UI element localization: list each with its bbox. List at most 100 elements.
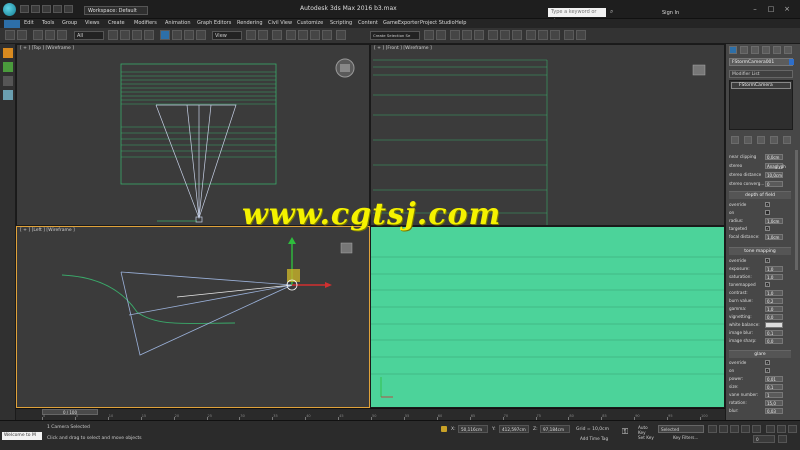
param-value[interactable]: 1 [765, 392, 783, 398]
param-checkbox[interactable]: ✓ [765, 368, 770, 373]
zoom-icon[interactable] [766, 425, 775, 433]
unlink-icon[interactable] [45, 30, 55, 40]
rendered-frame-window-icon[interactable] [538, 30, 548, 40]
menu-help[interactable]: Help [455, 19, 466, 28]
keyboard-shortcut-icon[interactable] [272, 30, 282, 40]
param-value[interactable]: 1,0 [765, 306, 783, 312]
workspace-selector[interactable]: Workspace: Default [84, 6, 148, 15]
tree-icon[interactable] [3, 62, 13, 72]
menu-project-studio[interactable]: Project Studio [420, 19, 455, 28]
param-value[interactable]: 1,0 [765, 266, 783, 272]
ribbon-icon[interactable] [474, 30, 484, 40]
current-frame-field[interactable]: 0 [753, 435, 775, 443]
select-move-icon[interactable] [160, 30, 170, 40]
orbit-icon[interactable] [777, 425, 786, 433]
param-value[interactable]: 0,1 [765, 330, 783, 336]
menu-rendering[interactable]: Rendering [237, 19, 263, 28]
modify-tab-icon[interactable] [740, 46, 748, 54]
mirror-icon[interactable] [424, 30, 434, 40]
new-file-icon[interactable] [20, 5, 29, 13]
hierarchy-tab-icon[interactable] [751, 46, 759, 54]
open-file-icon[interactable] [31, 5, 40, 13]
goto-start-icon[interactable] [708, 425, 717, 433]
display-tab-icon[interactable] [773, 46, 781, 54]
key-filters-button[interactable]: Key Filters... [673, 435, 698, 440]
y-coordinate-field[interactable]: 412,597cm [499, 425, 529, 433]
menu-group[interactable]: Group [62, 19, 77, 28]
minimize-icon[interactable]: – [750, 6, 760, 13]
place-icon[interactable] [196, 30, 206, 40]
window-crossing-icon[interactable] [144, 30, 154, 40]
motion-tab-icon[interactable] [762, 46, 770, 54]
select-object-icon[interactable] [108, 30, 118, 40]
menu-create[interactable]: Create [108, 19, 125, 28]
menu-tools[interactable]: Tools [42, 19, 54, 28]
param-value[interactable]: 0,01 [765, 376, 783, 382]
add-time-tag-button[interactable]: Add Time Tag [580, 436, 608, 441]
close-icon[interactable]: × [782, 6, 792, 13]
redo-quick-icon[interactable] [64, 5, 73, 13]
menu-animation[interactable]: Animation [165, 19, 191, 28]
undo-icon[interactable] [5, 30, 15, 40]
align-icon[interactable] [436, 30, 446, 40]
search-input[interactable]: Type a keyword or phrase [548, 8, 606, 24]
stack-item-fstormcamera[interactable]: FStormCamera [731, 82, 791, 89]
z-coordinate-field[interactable]: 97,184cm [540, 425, 570, 433]
menu-views[interactable]: Views [85, 19, 99, 28]
param-checkbox[interactable]: ✓ [765, 226, 770, 231]
save-file-icon[interactable] [42, 5, 51, 13]
sign-in-link[interactable]: Sign In [662, 10, 679, 16]
key-set-dropdown[interactable]: Selected [658, 425, 704, 433]
show-end-result-icon[interactable] [744, 136, 752, 144]
lock-icon[interactable] [441, 426, 447, 432]
param-value[interactable]: 0 [765, 181, 783, 187]
param-checkbox[interactable]: ✓ [765, 360, 770, 365]
edit-named-selection-icon[interactable] [336, 30, 346, 40]
viewport-left[interactable]: [ + ] [Left ] [Wireframe ] [16, 226, 370, 408]
fstorm-settings-icon[interactable] [576, 30, 586, 40]
time-configuration-icon[interactable] [778, 435, 787, 443]
menu-civil-view[interactable]: Civil View [268, 19, 292, 28]
utilities-tab-icon[interactable] [784, 46, 792, 54]
set-key-icon[interactable]: ⚿ [622, 428, 632, 438]
configure-modifier-sets-icon[interactable] [783, 136, 791, 144]
param-value[interactable]: 1,0 [765, 290, 783, 296]
x-coordinate-field[interactable]: 50,116cm [458, 425, 488, 433]
pin-stack-icon[interactable] [731, 136, 739, 144]
param-value[interactable]: 0,1 [765, 384, 783, 390]
app-logo-icon[interactable] [3, 3, 16, 16]
stereo-dropdown[interactable]: Anaglyph [765, 163, 786, 169]
create-tab-icon[interactable] [729, 46, 737, 54]
previous-frame-icon[interactable] [719, 425, 728, 433]
layer-manager-icon[interactable] [450, 30, 460, 40]
param-checkbox[interactable] [765, 210, 770, 215]
select-scale-icon[interactable] [184, 30, 194, 40]
curve-editor-icon[interactable] [488, 30, 498, 40]
pivot-center-icon[interactable] [246, 30, 256, 40]
remove-modifier-icon[interactable] [770, 136, 778, 144]
hammer-icon[interactable] [3, 76, 13, 86]
param-value[interactable]: 0,0 [765, 338, 783, 344]
param-value[interactable]: 1,0 [765, 274, 783, 280]
param-value[interactable]: 0,03 [765, 408, 783, 414]
white-balance-swatch[interactable] [765, 322, 783, 328]
maxscript-listener[interactable]: Welcome to M [2, 432, 42, 440]
fstorm-render-icon[interactable] [564, 30, 574, 40]
param-value[interactable]: 1,0cm [765, 218, 783, 224]
named-selection-set[interactable]: Create Selection Se [370, 31, 420, 40]
play-icon[interactable] [730, 425, 739, 433]
menu-scripting[interactable]: Scripting [330, 19, 352, 28]
reference-coordinate-system[interactable]: View [212, 31, 242, 40]
percent-snap-icon[interactable] [310, 30, 320, 40]
maximize-icon[interactable]: □ [766, 6, 776, 13]
selection-filter[interactable]: All [74, 31, 104, 40]
auto-key-button[interactable]: Auto Key [638, 425, 653, 435]
param-value[interactable]: 10,0cm [765, 172, 783, 178]
redo-icon[interactable] [17, 30, 27, 40]
menu-customize[interactable]: Customize [297, 19, 323, 28]
param-checkbox[interactable]: ✓ [765, 258, 770, 263]
param-value[interactable]: 0,0cm [765, 154, 783, 160]
render-production-icon[interactable] [550, 30, 560, 40]
app-menu-icon[interactable] [4, 20, 20, 28]
render-setup-icon[interactable] [526, 30, 536, 40]
